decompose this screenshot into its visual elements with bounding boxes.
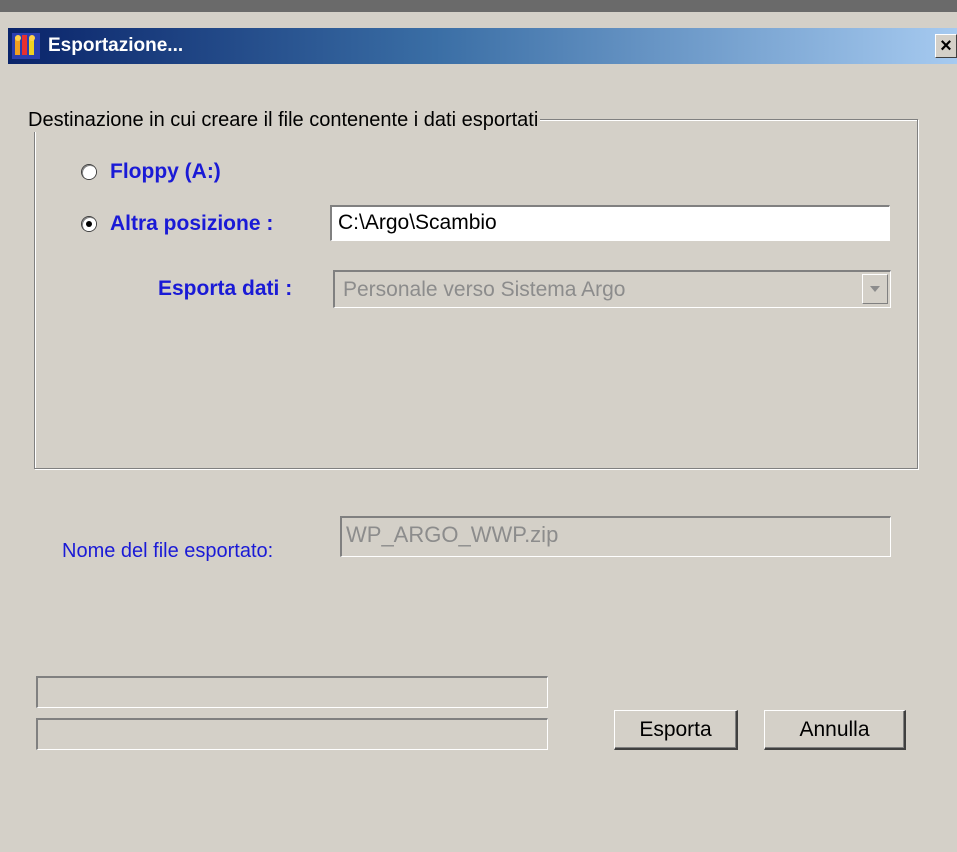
progress-bar-1: [36, 676, 548, 708]
destination-legend: Destinazione in cui creare il file conte…: [26, 108, 541, 132]
other-location-radio[interactable]: [82, 217, 96, 231]
floppy-label: Floppy (A:): [110, 160, 221, 183]
window-title: Esportazione...: [48, 35, 184, 56]
floppy-radio[interactable]: [82, 165, 96, 179]
other-location-radio-option[interactable]: Altra posizione :: [82, 211, 273, 237]
path-input[interactable]: C:\Argo\Scambio: [330, 205, 890, 241]
close-icon: ×: [940, 35, 952, 57]
floppy-radio-option[interactable]: Floppy (A:): [82, 159, 221, 185]
export-button[interactable]: Esporta: [614, 710, 738, 750]
filename-field: WP_ARGO_WWP.zip: [340, 516, 891, 557]
progress-bar-2: [36, 718, 548, 750]
export-data-value: Personale verso Sistema Argo: [343, 278, 626, 301]
dropdown-arrow-icon: [870, 286, 880, 292]
window-titlebar[interactable]: Esportazione... ×: [8, 28, 957, 64]
export-data-label: Esporta dati :: [158, 277, 293, 300]
close-button[interactable]: ×: [935, 34, 957, 58]
other-location-label: Altra posizione :: [110, 212, 274, 235]
export-data-select[interactable]: Personale verso Sistema Argo: [333, 270, 891, 308]
app-icon: [12, 33, 40, 59]
cancel-button[interactable]: Annulla: [764, 710, 906, 750]
dropdown-arrow-button[interactable]: [862, 274, 888, 304]
dialog-client-area: Destinazione in cui creare il file conte…: [8, 64, 957, 852]
filename-label: Nome del file esportato:: [62, 540, 274, 562]
top-edge: [0, 0, 957, 20]
